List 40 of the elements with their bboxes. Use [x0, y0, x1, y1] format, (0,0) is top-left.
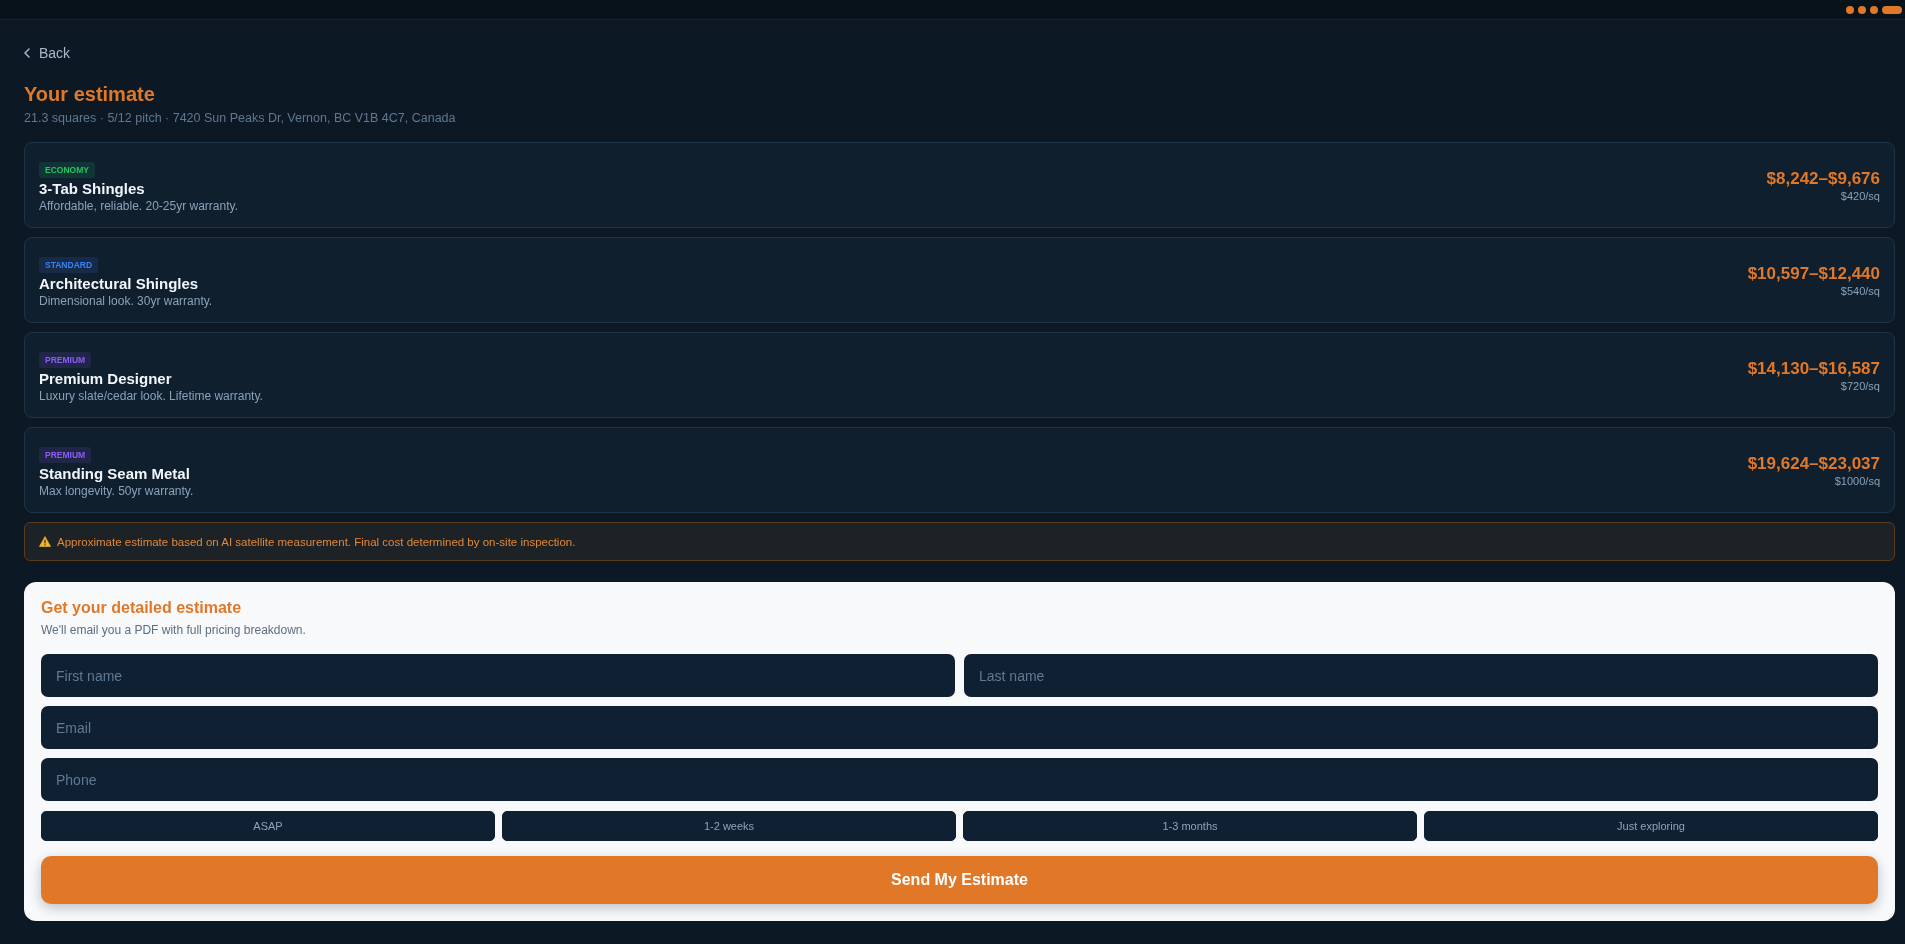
- page-title: Your estimate: [24, 82, 156, 106]
- email-field[interactable]: Email: [41, 706, 1878, 749]
- first-name-field[interactable]: First name: [41, 654, 955, 697]
- dot-icon: [1858, 5, 1866, 14]
- tier-badge: PREMIUM: [39, 351, 92, 368]
- pill-icon: [1882, 5, 1902, 14]
- option-description: Max longevity. 50yr warranty.: [39, 482, 194, 499]
- page-subtitle: 21.3 squares · 5/12 pitch · 7420 Sun Peaks Dr, Vernon, BC V1B 4C7, Canada: [24, 110, 457, 126]
- form-subtitle: We'll email you a PDF with full pricing breakdown.: [41, 622, 307, 638]
- option-title: Architectural Shingles: [39, 274, 199, 293]
- dot-icon: [1846, 5, 1854, 14]
- option-description: Dimensional look. 30yr warranty.: [39, 292, 213, 309]
- timeline-option[interactable]: Just exploring: [1424, 811, 1878, 841]
- price-range: $8,242–$9,676: [1766, 169, 1880, 189]
- last-name-field[interactable]: Last name: [964, 654, 1878, 697]
- warning-icon: [39, 536, 51, 547]
- option-title: 3-Tab Shingles: [39, 179, 145, 198]
- timeline-option[interactable]: 1-2 weeks: [502, 811, 956, 841]
- dot-icon: [1870, 5, 1878, 14]
- option-description: Luxury slate/cedar look. Lifetime warranty.: [39, 387, 263, 404]
- unit-price: $420/sq: [1840, 189, 1880, 203]
- price-range: $10,597–$12,440: [1747, 264, 1880, 284]
- unit-price: $1000/sq: [1834, 474, 1880, 488]
- notice-text: Approximate estimate based on AI satellite measurement. Final cost determined by on-site inspection.: [57, 535, 576, 548]
- phone-field[interactable]: Phone: [41, 758, 1878, 801]
- form-title: Get your detailed estimate: [41, 598, 243, 618]
- timeline-option[interactable]: ASAP: [41, 811, 495, 841]
- price-range: $19,624–$23,037: [1747, 454, 1880, 474]
- tier-badge: STANDARD: [39, 256, 99, 273]
- option-title: Standing Seam Metal: [39, 464, 190, 483]
- back-button[interactable]: Back: [24, 44, 71, 62]
- timeline-option[interactable]: 1-3 months: [963, 811, 1417, 841]
- option-description: Affordable, reliable. 20-25yr warranty.: [39, 197, 238, 214]
- tier-badge: ECONOMY: [39, 161, 95, 178]
- unit-price: $540/sq: [1840, 284, 1880, 298]
- tier-badge: PREMIUM: [39, 446, 92, 463]
- price-range: $14,130–$16,587: [1747, 359, 1880, 379]
- unit-price: $720/sq: [1840, 379, 1880, 393]
- chevron-left-icon: [24, 48, 30, 58]
- option-title: Premium Designer: [39, 369, 172, 388]
